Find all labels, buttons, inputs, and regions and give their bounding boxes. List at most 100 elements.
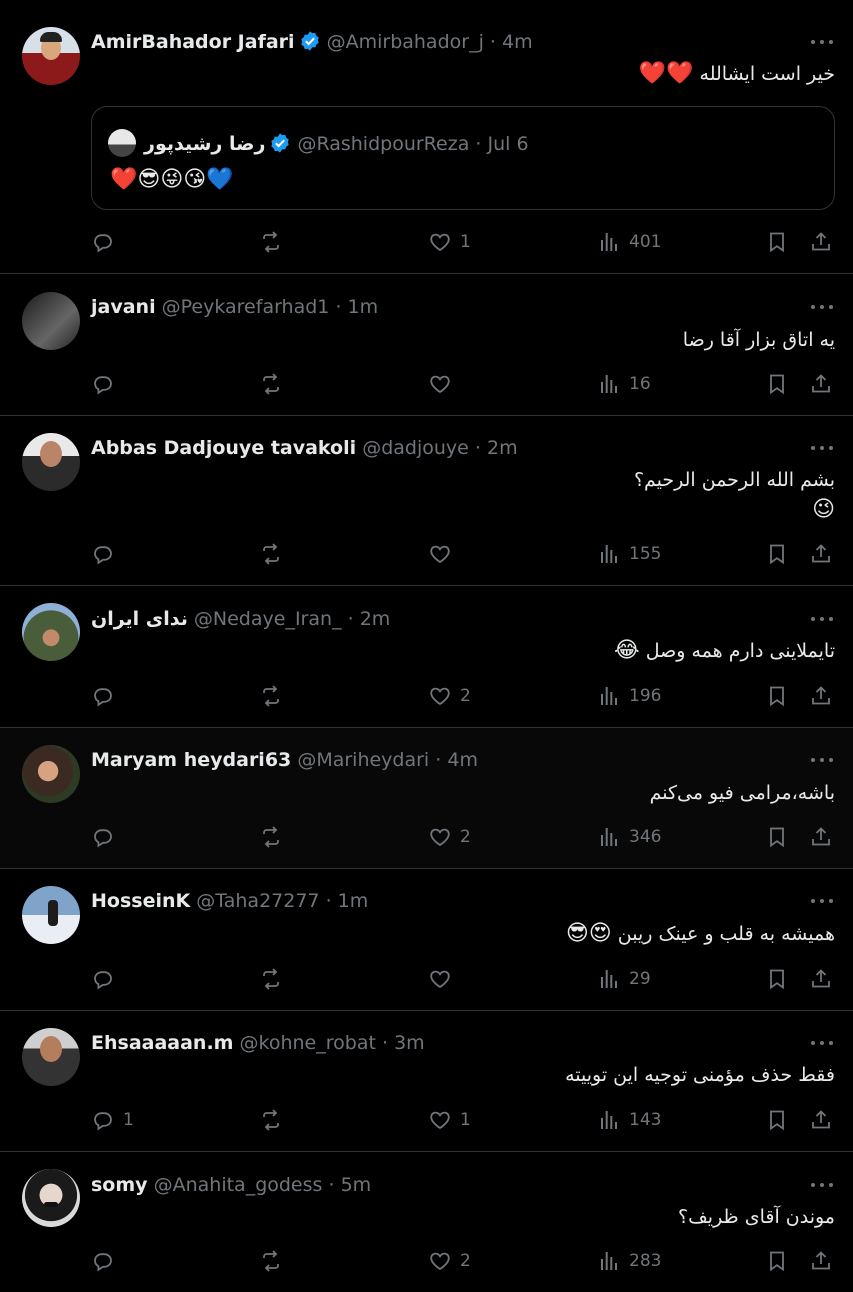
share-button[interactable] [809,1106,833,1134]
share-button[interactable] [809,228,833,256]
more-icon[interactable] [811,615,833,623]
views-button[interactable]: 16 [597,370,651,398]
tweet[interactable]: Maryam heydari63 @Mariheydari · 4m باشه،… [0,728,853,869]
view-count: 283 [629,1251,662,1271]
like-button[interactable] [428,540,460,568]
reply-button[interactable] [91,682,123,710]
like-button[interactable]: 1 [428,1106,471,1134]
user-handle[interactable]: @Peykarefarhad1 [162,296,330,318]
user-handle[interactable]: @Nedaye_Iran_ [194,608,342,630]
avatar[interactable] [22,27,80,85]
more-icon[interactable] [811,303,833,311]
like-button[interactable]: 2 [428,682,471,710]
like-button[interactable]: 1 [428,228,471,256]
reply-button[interactable]: 1 [91,1106,134,1134]
like-button[interactable]: 2 [428,1247,471,1275]
bookmark-button[interactable] [765,965,789,993]
timestamp[interactable]: 5m [341,1174,372,1196]
share-button[interactable] [809,540,833,568]
share-button[interactable] [809,1247,833,1275]
reply-button[interactable] [91,823,123,851]
avatar[interactable] [22,603,80,661]
views-button[interactable]: 401 [597,228,661,256]
tweet[interactable]: Abbas Dadjouye tavakoli @dadjouye · 2m ب… [0,416,853,586]
quoted-timestamp: Jul 6 [487,133,529,155]
more-icon[interactable] [811,1181,833,1189]
share-button[interactable] [809,965,833,993]
share-button[interactable] [809,682,833,710]
like-button[interactable] [428,370,460,398]
tweet[interactable]: Ehsaaaaan.m @kohne_robat · 3m فقط حذف مؤ… [0,1011,853,1152]
views-button[interactable]: 155 [597,540,661,568]
display-name[interactable]: AmirBahador Jafari [91,31,295,53]
user-handle[interactable]: @kohne_robat [240,1032,376,1054]
views-button[interactable]: 346 [597,823,661,851]
like-button[interactable]: 2 [428,823,471,851]
tweet[interactable]: somy @Anahita_godess · 5m موندن آقای ظری… [0,1152,853,1292]
retweet-button[interactable] [259,540,283,568]
reply-button[interactable] [91,965,123,993]
more-icon[interactable] [811,444,833,452]
timestamp[interactable]: 2m [487,437,518,459]
display-name[interactable]: somy [91,1174,148,1196]
reply-button[interactable] [91,370,123,398]
more-icon[interactable] [811,756,833,764]
retweet-button[interactable] [259,1247,283,1275]
more-icon[interactable] [811,1039,833,1047]
reply-button[interactable] [91,540,123,568]
tweet[interactable]: javani @Peykarefarhad1 · 1m یه اتاق بزار… [0,274,853,416]
avatar[interactable] [22,1028,80,1086]
reply-button[interactable] [91,228,123,256]
bookmark-button[interactable] [765,228,789,256]
timestamp[interactable]: 4m [447,749,478,771]
user-handle[interactable]: @Anahita_godess [154,1174,323,1196]
reply-button[interactable] [91,1247,123,1275]
retweet-button[interactable] [259,682,283,710]
more-icon[interactable] [811,897,833,905]
avatar[interactable] [22,745,80,803]
retweet-button[interactable] [259,965,283,993]
display-name[interactable]: Ehsaaaaan.m [91,1032,233,1054]
timestamp[interactable]: 2m [360,608,391,630]
share-button[interactable] [809,370,833,398]
timestamp[interactable]: 1m [348,296,379,318]
bookmark-button[interactable] [765,823,789,851]
tweet[interactable]: ندای ایران @Nedaye_Iran_ · 2m تایملاینی … [0,586,853,728]
share-button[interactable] [809,823,833,851]
avatar[interactable] [22,292,80,350]
quoted-tweet[interactable]: رضا رشیدپور @RashidpourReza · Jul 6 ❤️😎😜… [91,106,835,210]
display-name[interactable]: javani [91,296,156,318]
bookmark-button[interactable] [765,682,789,710]
views-button[interactable]: 143 [597,1106,661,1134]
tweet[interactable]: AmirBahador Jafari @Amirbahador_j · 4m خ… [0,0,853,274]
views-button[interactable]: 283 [597,1247,661,1275]
views-button[interactable]: 196 [597,682,661,710]
display-name[interactable]: HosseinK [91,890,190,912]
tweet[interactable]: HosseinK @Taha27277 · 1m همیشه به قلب و … [0,869,853,1011]
display-name[interactable]: ندای ایران [91,608,188,630]
more-icon[interactable] [811,38,833,46]
display-name[interactable]: Maryam heydari63 [91,749,291,771]
separator-dot: · [474,437,481,459]
views-button[interactable]: 29 [597,965,651,993]
user-handle[interactable]: @dadjouye [362,437,469,459]
user-handle[interactable]: @Amirbahador_j [327,31,484,53]
retweet-button[interactable] [259,228,283,256]
bookmark-button[interactable] [765,1106,789,1134]
display-name[interactable]: Abbas Dadjouye tavakoli [91,437,356,459]
user-handle[interactable]: @Taha27277 [196,890,319,912]
bookmark-button[interactable] [765,1247,789,1275]
avatar[interactable] [22,886,80,944]
like-button[interactable] [428,965,460,993]
retweet-button[interactable] [259,823,283,851]
avatar[interactable] [22,1169,80,1227]
timestamp[interactable]: 3m [394,1032,425,1054]
timestamp[interactable]: 4m [502,31,533,53]
retweet-button[interactable] [259,370,283,398]
bookmark-button[interactable] [765,540,789,568]
retweet-button[interactable] [259,1106,283,1134]
bookmark-button[interactable] [765,370,789,398]
user-handle[interactable]: @Mariheydari [297,749,429,771]
avatar[interactable] [22,433,80,491]
timestamp[interactable]: 1m [338,890,369,912]
